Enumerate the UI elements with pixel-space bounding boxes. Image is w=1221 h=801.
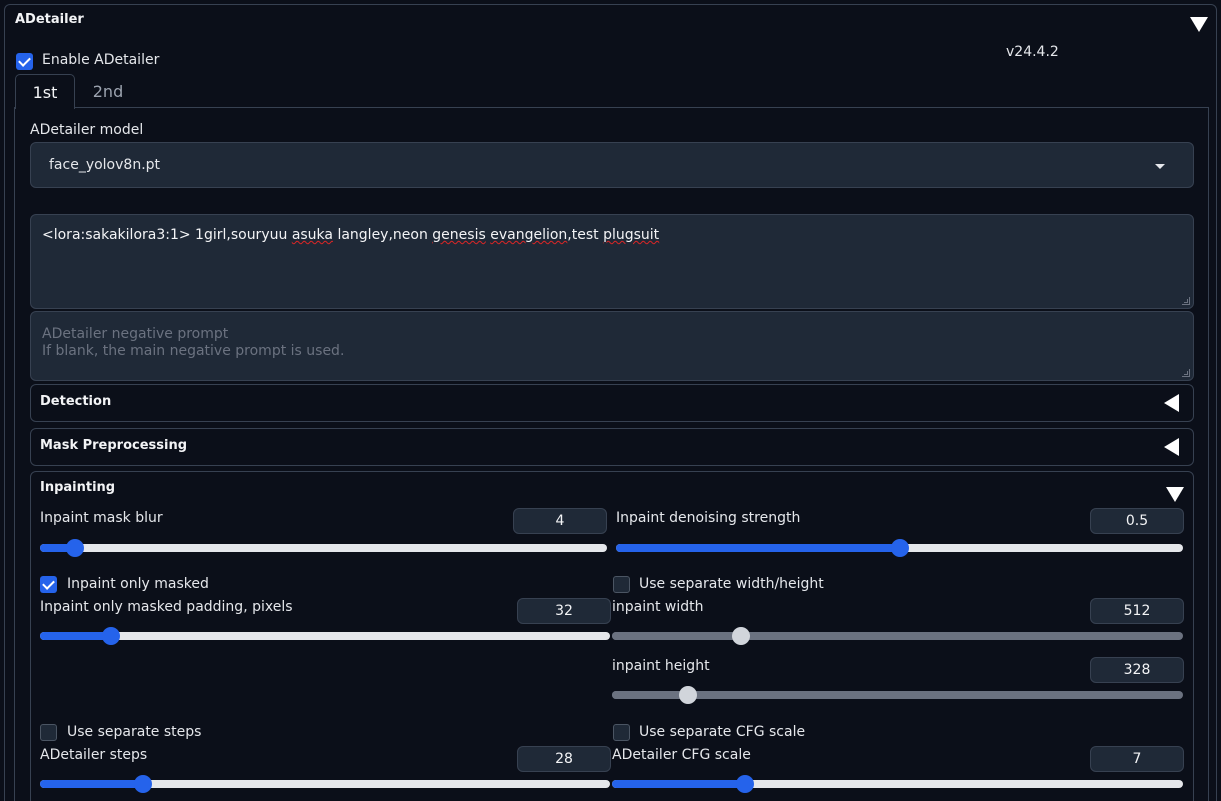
slider-fill: [612, 632, 741, 640]
mask-blur-label: Inpaint mask blur: [40, 510, 163, 526]
panel-title: ADetailer: [15, 12, 84, 27]
detection-accordion[interactable]: Detection: [30, 384, 1194, 422]
negative-placeholder-line1: ADetailer negative prompt: [42, 326, 229, 342]
cfg-input[interactable]: 7: [1090, 746, 1184, 772]
separate-cfg-label: Use separate CFG scale: [639, 724, 806, 740]
slider-track[interactable]: [40, 544, 607, 552]
slider-fill: [616, 544, 900, 552]
slider-thumb[interactable]: [890, 539, 909, 557]
mask-preprocessing-accordion[interactable]: Mask Preprocessing: [30, 428, 1194, 466]
prompt-text-mid1: langley,neon: [333, 227, 433, 243]
negative-prompt-textarea[interactable]: ADetailer negative prompt If blank, the …: [30, 311, 1194, 381]
only-masked-label: Inpaint only masked: [67, 576, 209, 592]
prompt-word-genesis: genesis: [432, 227, 486, 243]
expand-arrow-icon: [1164, 394, 1179, 412]
mask-preprocessing-title: Mask Preprocessing: [40, 438, 188, 453]
separate-cfg-checkbox[interactable]: [613, 724, 630, 741]
only-masked-checkbox[interactable]: [40, 576, 57, 593]
separate-steps-checkbox[interactable]: [40, 724, 57, 741]
prompt-word-plugsuit: plugsuit: [603, 227, 660, 243]
tab-1st[interactable]: 1st: [15, 74, 75, 109]
expand-arrow-icon: [1164, 438, 1179, 456]
steps-input[interactable]: 28: [517, 746, 611, 772]
width-label: inpaint width: [612, 599, 704, 615]
resize-grip-icon[interactable]: [1182, 369, 1190, 377]
separate-wh-checkbox[interactable]: [613, 576, 630, 593]
negative-placeholder-line2: If blank, the main negative prompt is us…: [42, 343, 345, 359]
slider-track[interactable]: [612, 691, 1183, 699]
width-input[interactable]: 512: [1090, 598, 1184, 624]
adetailer-prompt-textarea[interactable]: <lora:sakakilora3:1> 1girl,souryuu asuka…: [30, 214, 1194, 309]
tab-2nd[interactable]: 2nd: [78, 74, 138, 109]
detection-title: Detection: [40, 394, 112, 409]
collapse-arrow-icon[interactable]: [1166, 487, 1184, 502]
height-input[interactable]: 328: [1090, 657, 1184, 683]
separate-wh-label: Use separate width/height: [639, 576, 824, 592]
inpainting-title: Inpainting: [40, 480, 116, 495]
denoise-label: Inpaint denoising strength: [616, 510, 801, 526]
slider-fill: [40, 780, 144, 788]
prompt-text-mid3: ,test: [567, 227, 604, 243]
slider-thumb[interactable]: [731, 627, 750, 645]
steps-label: ADetailer steps: [40, 747, 148, 763]
prompt-word-asuka: asuka: [291, 227, 333, 243]
denoise-input[interactable]: 0.5: [1090, 508, 1184, 534]
enable-adetailer-label: Enable ADetailer: [42, 52, 160, 68]
slider-fill: [612, 780, 746, 788]
mask-blur-input[interactable]: 4: [513, 508, 607, 534]
resize-grip-icon[interactable]: [1182, 297, 1190, 305]
dropdown-caret-icon: [1155, 164, 1165, 169]
padding-input[interactable]: 32: [517, 598, 611, 624]
separate-steps-label: Use separate steps: [67, 724, 202, 740]
cfg-label: ADetailer CFG scale: [612, 747, 751, 763]
slider-track[interactable]: [40, 632, 610, 640]
enable-adetailer-checkbox[interactable]: [16, 53, 33, 70]
version-label: v24.4.2: [1006, 44, 1059, 60]
collapse-arrow-icon[interactable]: [1190, 17, 1208, 32]
padding-label: Inpaint only masked padding, pixels: [40, 599, 293, 615]
prompt-text-pre: <lora:sakakilora3:1> 1girl,souryuu: [42, 227, 292, 243]
height-label: inpaint height: [612, 658, 710, 674]
model-label: ADetailer model: [30, 122, 144, 138]
slider-fill: [612, 691, 688, 699]
slider-fill: [40, 632, 112, 640]
model-dropdown[interactable]: face_yolov8n.pt: [30, 142, 1194, 188]
prompt-word-evangelion: evangelion: [490, 227, 568, 243]
model-value: face_yolov8n.pt: [49, 157, 161, 173]
slider-thumb[interactable]: [678, 686, 697, 704]
